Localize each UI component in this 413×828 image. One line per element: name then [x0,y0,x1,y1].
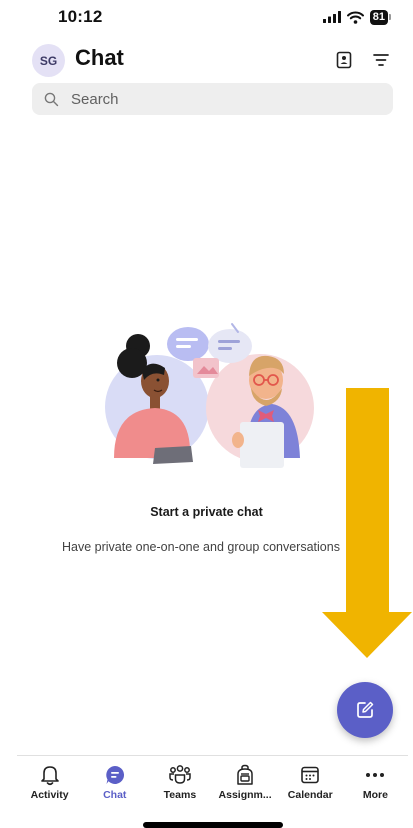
home-indicator [143,822,283,828]
teams-icon [169,765,191,784]
contact-card-icon [336,51,352,69]
battery-icon: 81 [369,9,391,25]
search-icon [44,92,59,106]
nav-label-teams: Teams [163,789,197,801]
nav-item-calendar[interactable]: Calendar [278,756,343,805]
arrow-annotation-shaft [346,388,389,613]
calendar-icon [301,766,320,784]
nav-label-chat: Chat [103,789,127,801]
backpack-icon [237,764,253,785]
more-icon [366,773,385,777]
status-time: 10:12 [58,7,103,26]
compose-icon [357,701,374,718]
nav-label-more: More [362,789,388,801]
signal-icon [322,11,341,23]
contact-card-button[interactable] [333,49,355,71]
nav-label-calendar: Calendar [287,789,333,801]
bottom-nav: Activity Chat Teams Assignm... Calendar … [17,755,408,805]
battery-level: 81 [369,9,388,25]
bell-icon [40,766,59,786]
nav-item-chat[interactable]: Chat [82,756,147,805]
page-title: Chat [75,45,124,70]
status-bar: 10:12 81 [0,0,413,36]
nav-label-assignments: Assignm... [218,789,272,801]
avatar[interactable]: SG [32,44,65,77]
arrow-down-icon [322,612,412,658]
nav-item-assignments[interactable]: Assignm... [213,756,278,805]
filter-button[interactable] [370,49,392,71]
search-input[interactable] [71,90,351,108]
chat-icon [106,765,124,784]
empty-state-subtitle: Have private one-on-one and group conver… [62,540,340,554]
header: SG Chat [0,40,413,80]
wifi-icon [346,11,364,24]
nav-item-activity[interactable]: Activity [17,756,82,805]
search-bar[interactable] [32,83,393,115]
filter-icon [373,54,389,66]
nav-item-more[interactable]: More [343,756,408,805]
status-icons: 81 [322,8,391,26]
nav-label-activity: Activity [30,789,69,801]
empty-state-illustration [105,323,314,468]
nav-item-teams[interactable]: Teams [147,756,212,805]
new-chat-button[interactable] [337,682,393,738]
